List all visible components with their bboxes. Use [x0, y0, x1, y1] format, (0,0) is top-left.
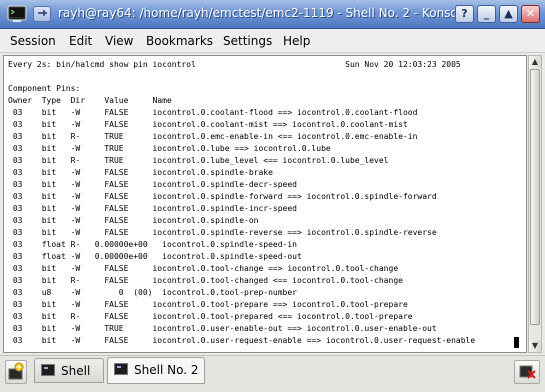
- menu-settings[interactable]: Settings: [223, 34, 272, 48]
- text-cursor: [514, 337, 519, 348]
- close-session-button[interactable]: [514, 360, 540, 384]
- pin-row: 03 bit -W FALSE iocontrol.0.tool-change …: [8, 264, 399, 273]
- menu-bar: Session Edit View Bookmarks Settings Hel…: [0, 29, 545, 53]
- vertical-scrollbar[interactable]: ▲ ▼: [528, 55, 542, 353]
- watch-header-line: Every 2s: bin/halcmd show pin iocontrol …: [8, 60, 461, 69]
- pin-row: 03 bit R- TRUE iocontrol.0.lube_level <=…: [8, 156, 389, 165]
- help-button[interactable]: ?: [455, 5, 474, 23]
- menu-bookmarks[interactable]: Bookmarks: [146, 34, 213, 48]
- pin-row: 03 float -W 0.00000e+00 iocontrol.0.spin…: [8, 252, 302, 261]
- pin-row: 03 bit -W FALSE iocontrol.0.spindle-forw…: [8, 192, 437, 201]
- pin-row: 03 bit R- FALSE iocontrol.0.tool-prepare…: [8, 312, 413, 321]
- pin-row: 03 bit -W FALSE iocontrol.0.spindle-reve…: [8, 228, 437, 237]
- menu-session[interactable]: Session: [10, 34, 56, 48]
- close-session-icon: [519, 365, 536, 379]
- terminal-output[interactable]: Every 2s: bin/halcmd show pin iocontrol …: [3, 55, 527, 353]
- scroll-down-arrow-icon[interactable]: ▼: [529, 340, 541, 352]
- minimize-icon: _: [483, 7, 490, 20]
- column-headers: Owner Type Dir Value Name: [8, 96, 172, 105]
- maximize-button[interactable]: ▲: [499, 5, 518, 23]
- tab-shell-no-2[interactable]: Shell No. 2: [107, 357, 205, 384]
- pin-row: 03 bit -W FALSE iocontrol.0.tool-prepare…: [8, 300, 408, 309]
- menu-view[interactable]: View: [105, 34, 133, 48]
- pin-row: 03 bit -W FALSE iocontrol.0.spindle-incr…: [8, 204, 297, 213]
- new-session-icon: [8, 362, 24, 380]
- pin-row: 03 bit -W TRUE iocontrol.0.user-enable-o…: [8, 324, 437, 333]
- tab-label: Shell: [61, 364, 91, 378]
- session-tab-bar: Shell Shell No. 2: [0, 355, 545, 392]
- pin-row: 03 float R- 0.00000e+00 iocontrol.0.spin…: [8, 240, 297, 249]
- pin-row: 03 bit -W FALSE iocontrol.0.user-request…: [8, 336, 476, 345]
- new-session-button[interactable]: [5, 360, 27, 384]
- question-icon: ?: [461, 7, 468, 20]
- minimize-button[interactable]: _: [477, 5, 496, 23]
- scroll-thumb[interactable]: [530, 69, 540, 325]
- section-heading: Component Pins:: [8, 84, 81, 93]
- tab-shell[interactable]: Shell: [34, 358, 104, 383]
- menu-edit[interactable]: Edit: [69, 34, 92, 48]
- pin-row: 03 bit -W FALSE iocontrol.0.coolant-mist…: [8, 120, 408, 129]
- tab-label: Shell No. 2: [134, 363, 199, 377]
- terminal-shell-icon[interactable]: [7, 5, 27, 23]
- pin-icon[interactable]: [33, 6, 51, 22]
- maximize-icon: ▲: [504, 7, 513, 20]
- menu-help[interactable]: Help: [283, 34, 310, 48]
- scroll-up-arrow-icon[interactable]: ▲: [529, 56, 541, 68]
- terminal-icon: [114, 363, 128, 375]
- pin-row: 03 bit R- TRUE iocontrol.0.emc-enable-in…: [8, 132, 418, 141]
- window-title: rayh@ray64: /home/rayh/emctest/emc2-1119…: [58, 6, 469, 20]
- pin-row: 03 bit -W FALSE iocontrol.0.spindle-brak…: [8, 168, 273, 177]
- pin-row: 03 bit -W FALSE iocontrol.0.spindle-on: [8, 216, 259, 225]
- title-bar[interactable]: rayh@ray64: /home/rayh/emctest/emc2-1119…: [0, 0, 545, 29]
- pin-row: 03 bit -W FALSE iocontrol.0.coolant-floo…: [8, 108, 418, 117]
- pin-row: 03 bit -W TRUE iocontrol.0.lube ==> ioco…: [8, 144, 331, 153]
- close-button[interactable]: ✕: [521, 5, 540, 23]
- terminal-icon: [41, 364, 55, 376]
- pin-row: 03 bit -W FALSE iocontrol.0.spindle-decr…: [8, 180, 297, 189]
- pin-row: 03 u8 -W 0 (00) iocontrol.0.tool-prep-nu…: [8, 288, 297, 297]
- close-icon: ✕: [525, 7, 536, 20]
- pin-row: 03 bit R- FALSE iocontrol.0.tool-changed…: [8, 276, 403, 285]
